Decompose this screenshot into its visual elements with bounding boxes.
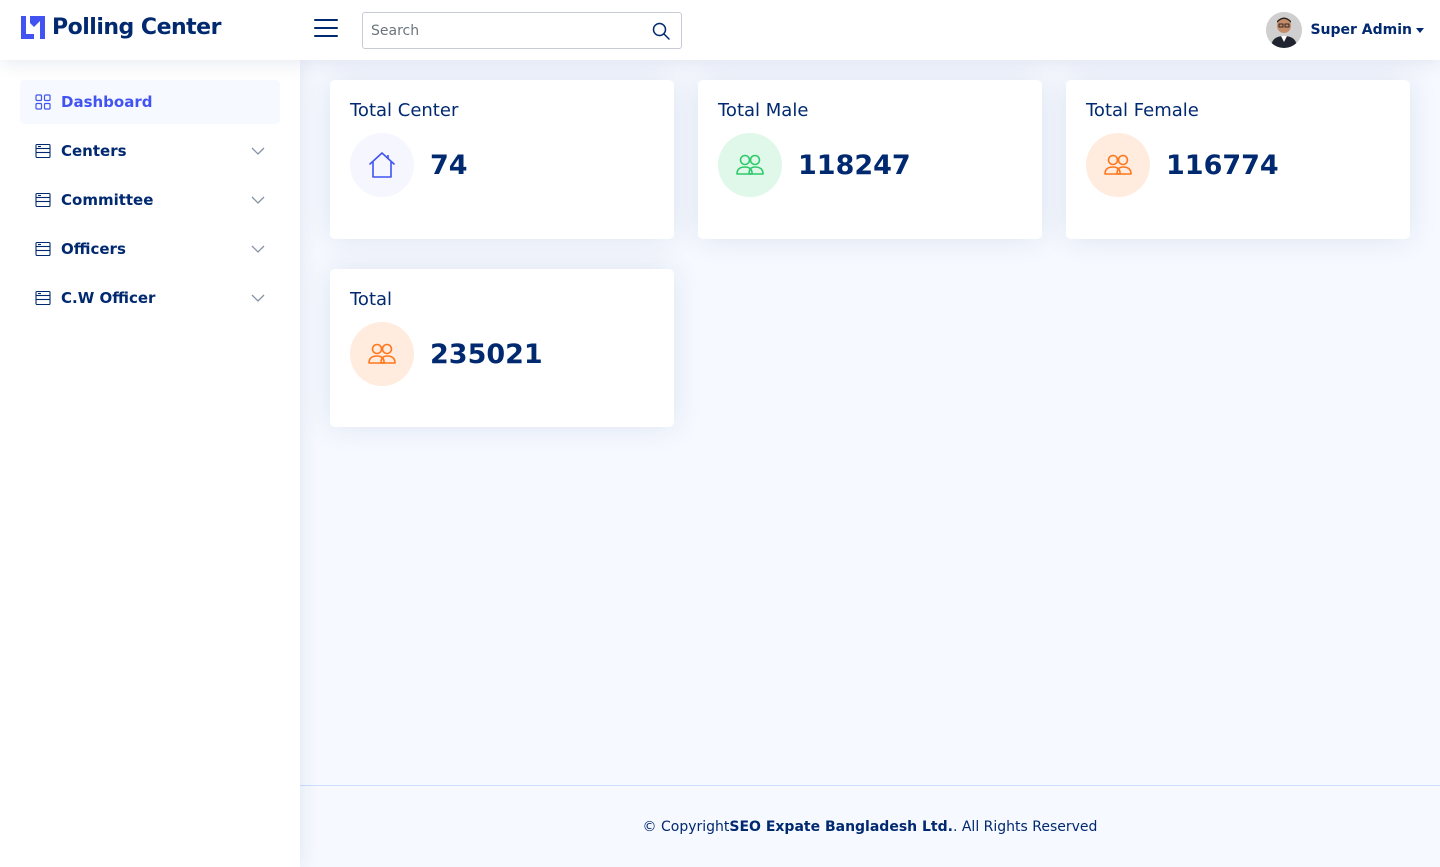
app-logo[interactable]: Polling Center [20,14,221,40]
chevron-down-icon [251,196,265,204]
card-title: Total Center [350,100,459,121]
card-icon-badge [718,133,782,197]
menu-list-icon [35,143,51,159]
footer-prefix: © Copyright [642,818,730,835]
grid-icon [35,94,51,110]
sidebar-item-dashboard[interactable]: Dashboard [20,80,280,124]
app-title: Polling Center [52,14,221,40]
card-icon-badge [350,322,414,386]
sidebar-item-centers[interactable]: Centers [20,129,280,173]
footer-suffix: . All Rights Reserved [952,818,1098,835]
footer: © Copyright SEO Expate Bangladesh Ltd. .… [300,785,1440,867]
card-value: 74 [430,149,468,181]
profile-name: Super Admin [1310,22,1412,38]
user-avatar-icon [1266,12,1303,48]
chevron-down-icon [251,147,265,155]
card-value: 116774 [1166,149,1279,181]
top-header: Polling Center Super Admin [0,0,1440,60]
total-female-card: Total Female 116774 [1066,80,1410,239]
sidebar-item-label: C.W Officer [61,289,156,307]
card-title: Total Female [1086,100,1199,121]
card-title: Total Male [718,100,809,121]
chevron-down-icon [251,294,265,302]
footer-company: SEO Expate Bangladesh Ltd. [729,818,953,835]
hamburger-icon [314,19,338,21]
search-input[interactable] [363,13,643,48]
card-value: 235021 [430,338,543,370]
people-icon [1104,154,1132,175]
card-icon-badge [1086,133,1150,197]
sidebar-item-label: Committee [61,191,154,209]
sidebar-item-committee[interactable]: Committee [20,178,280,222]
menu-list-icon [35,290,51,306]
menu-list-icon [35,241,51,257]
total-card: Total 235021 [330,269,674,427]
card-value: 118247 [798,149,911,181]
search-icon[interactable] [651,21,671,41]
card-title: Total [350,289,393,310]
people-icon [736,154,764,175]
avatar [1266,12,1303,48]
chevron-down-icon [251,245,265,253]
total-male-card: Total Male 118247 [698,80,1042,239]
sidebar-item-label: Centers [61,142,127,160]
card-icon-badge [350,133,414,197]
sidebar-item-label: Dashboard [61,93,153,111]
sidebar-item-label: Officers [61,240,126,258]
sidebar-item-cw-officer[interactable]: C.W Officer [20,276,280,320]
sidebar-toggle-button[interactable] [314,19,338,41]
caret-down-icon [1416,27,1424,33]
sidebar-item-officers[interactable]: Officers [20,227,280,271]
profile-dropdown[interactable]: Super Admin [1266,12,1424,48]
people-icon [368,343,396,364]
sidebar: Dashboard Centers Committee Officers C.W… [0,60,300,867]
total-center-card: Total Center 74 [330,80,674,239]
search-bar [362,12,682,49]
logo-icon [21,16,45,39]
menu-list-icon [35,192,51,208]
house-icon [369,152,395,178]
